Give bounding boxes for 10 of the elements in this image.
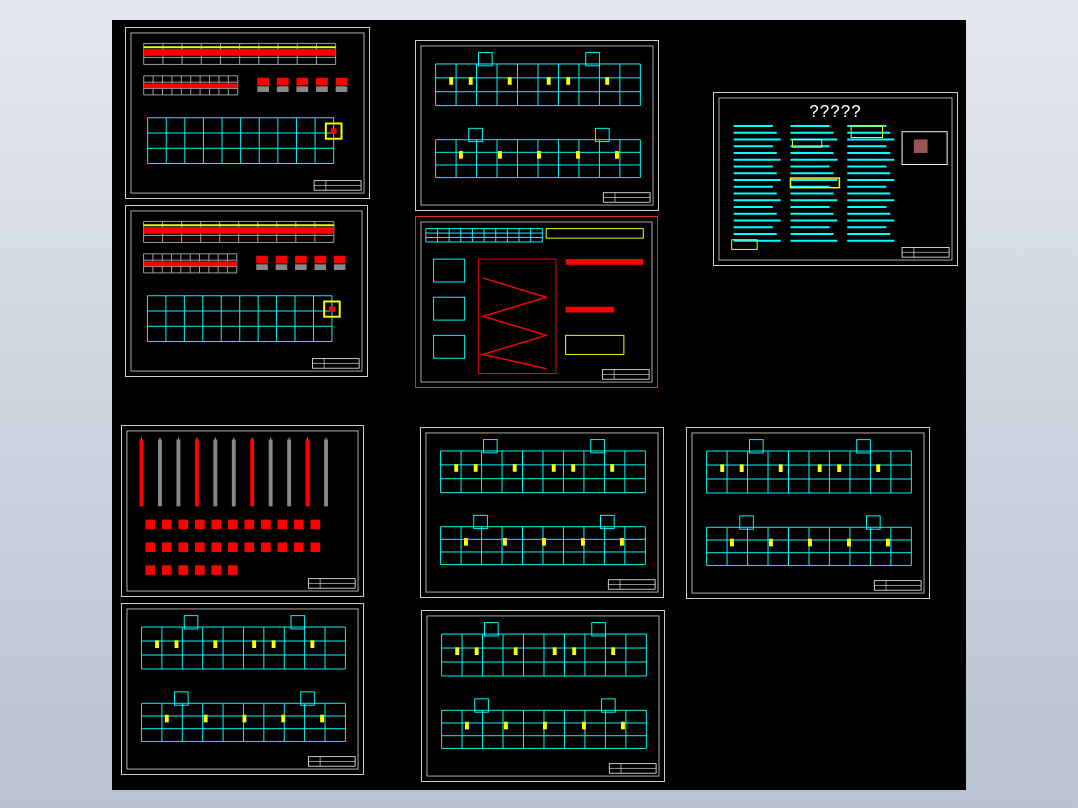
drawing-sheet[interactable] [125, 27, 370, 199]
drawing-sheet[interactable] [121, 603, 364, 775]
drawing-sheet[interactable] [125, 205, 368, 377]
drawing-sheet[interactable] [420, 427, 664, 598]
drawing-sheet[interactable] [686, 427, 930, 599]
drawing-sheet[interactable] [121, 425, 364, 597]
drawing-sheet[interactable] [415, 40, 659, 211]
drawing-sheet[interactable] [421, 610, 665, 782]
drawing-sheet[interactable]: ????? [713, 92, 958, 266]
drawing-sheet[interactable] [415, 216, 658, 388]
